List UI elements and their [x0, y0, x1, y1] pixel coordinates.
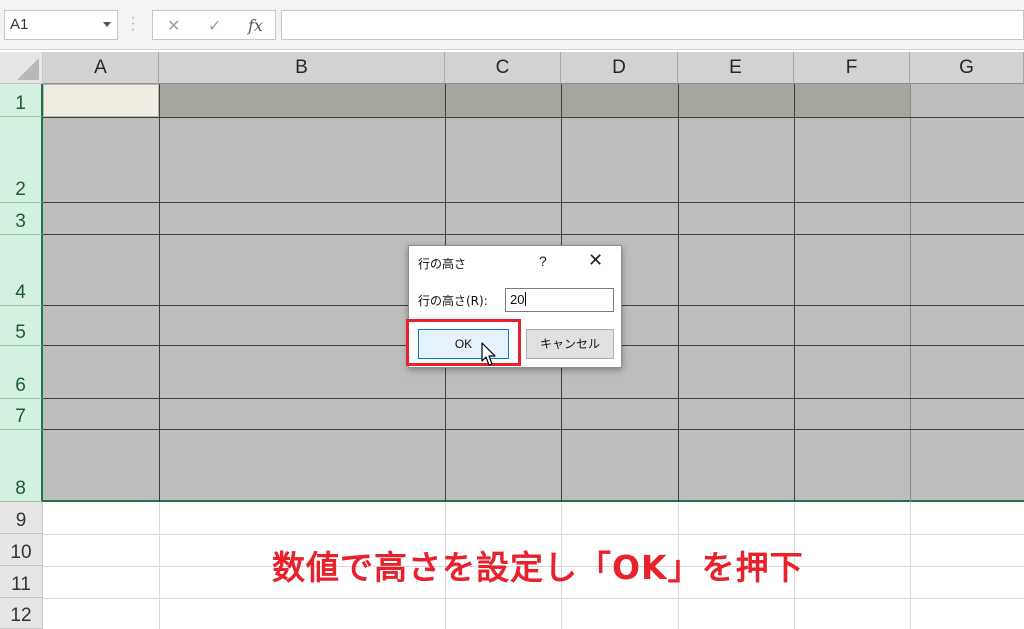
- text-cursor: [525, 292, 527, 306]
- cancel-button[interactable]: キャンセル: [526, 329, 614, 359]
- row-number: 6: [15, 375, 26, 396]
- row-number: 4: [15, 282, 26, 303]
- row-header-2[interactable]: 2: [0, 117, 43, 203]
- cancel-icon[interactable]: ✕: [167, 16, 180, 35]
- row-header-4[interactable]: 4: [0, 235, 43, 306]
- grid-line: [43, 117, 1024, 118]
- row-number: 9: [15, 510, 27, 531]
- formula-input[interactable]: [281, 10, 1024, 40]
- row-header-7[interactable]: 7: [0, 399, 43, 430]
- formula-actions: ✕ ✓ fx: [152, 10, 276, 40]
- grid-line: [794, 84, 795, 502]
- grid-line: [159, 84, 160, 502]
- grid-line: [910, 84, 911, 502]
- chevron-down-icon[interactable]: [103, 22, 111, 27]
- grid-line: [678, 84, 679, 502]
- row-header-6[interactable]: 6: [0, 346, 43, 399]
- row-height-input[interactable]: 20: [505, 288, 614, 312]
- row-number: 2: [15, 179, 26, 200]
- column-header-g[interactable]: G: [910, 52, 1024, 84]
- grid-line: [43, 398, 1024, 399]
- grid-line: [43, 234, 1024, 235]
- name-box[interactable]: A1: [4, 10, 118, 40]
- column-header-b[interactable]: B: [159, 52, 445, 84]
- name-box-value: A1: [10, 16, 29, 33]
- row-header-1[interactable]: 1: [0, 84, 43, 117]
- row-height-label: 行の高さ(R):: [418, 294, 488, 308]
- ok-highlight-box: [406, 319, 521, 366]
- row-header-12[interactable]: 12: [0, 598, 43, 629]
- row-height-value: 20: [510, 292, 525, 307]
- select-all-icon: [17, 58, 39, 80]
- row-1-cells[interactable]: [159, 84, 910, 117]
- dialog-title: 行の高さ: [418, 257, 467, 271]
- row-header-8[interactable]: 8: [0, 430, 43, 502]
- grid-line: [43, 534, 1024, 535]
- row-number: 8: [15, 478, 26, 499]
- more-icon: · · ·: [131, 11, 135, 37]
- column-header-e[interactable]: E: [678, 52, 794, 84]
- help-icon[interactable]: ?: [539, 253, 547, 269]
- row-header-9[interactable]: 9: [0, 502, 43, 534]
- enter-icon[interactable]: ✓: [208, 16, 221, 35]
- row-header-10[interactable]: 10: [0, 534, 43, 566]
- column-header-f[interactable]: F: [794, 52, 910, 84]
- row-header-3[interactable]: 3: [0, 203, 43, 235]
- row-number: 5: [15, 322, 26, 343]
- row-number: 7: [15, 406, 26, 427]
- row-number: 1: [15, 93, 26, 114]
- row-header-11[interactable]: 11: [0, 566, 43, 598]
- column-header-c[interactable]: C: [445, 52, 561, 84]
- formula-bar: A1 · · · ✕ ✓ fx: [0, 0, 1024, 50]
- grid-line: [43, 429, 1024, 430]
- row-number: 10: [10, 542, 32, 563]
- row-number: 12: [10, 605, 32, 626]
- row-header-5[interactable]: 5: [0, 306, 43, 346]
- grid-line: [43, 202, 1024, 203]
- grid-line: [43, 598, 1024, 599]
- insert-function-icon[interactable]: fx: [248, 16, 263, 35]
- mouse-pointer-icon: [481, 342, 496, 366]
- active-cell-a1[interactable]: [43, 84, 159, 117]
- instruction-caption: 数値で高さを設定し「OK」を押下: [272, 548, 804, 587]
- close-icon[interactable]: ✕: [588, 250, 603, 271]
- column-header-d[interactable]: D: [561, 52, 678, 84]
- column-header-a[interactable]: A: [43, 52, 159, 84]
- select-all-button[interactable]: [0, 52, 43, 84]
- row-number: 11: [11, 574, 31, 595]
- row-number: 3: [15, 211, 26, 232]
